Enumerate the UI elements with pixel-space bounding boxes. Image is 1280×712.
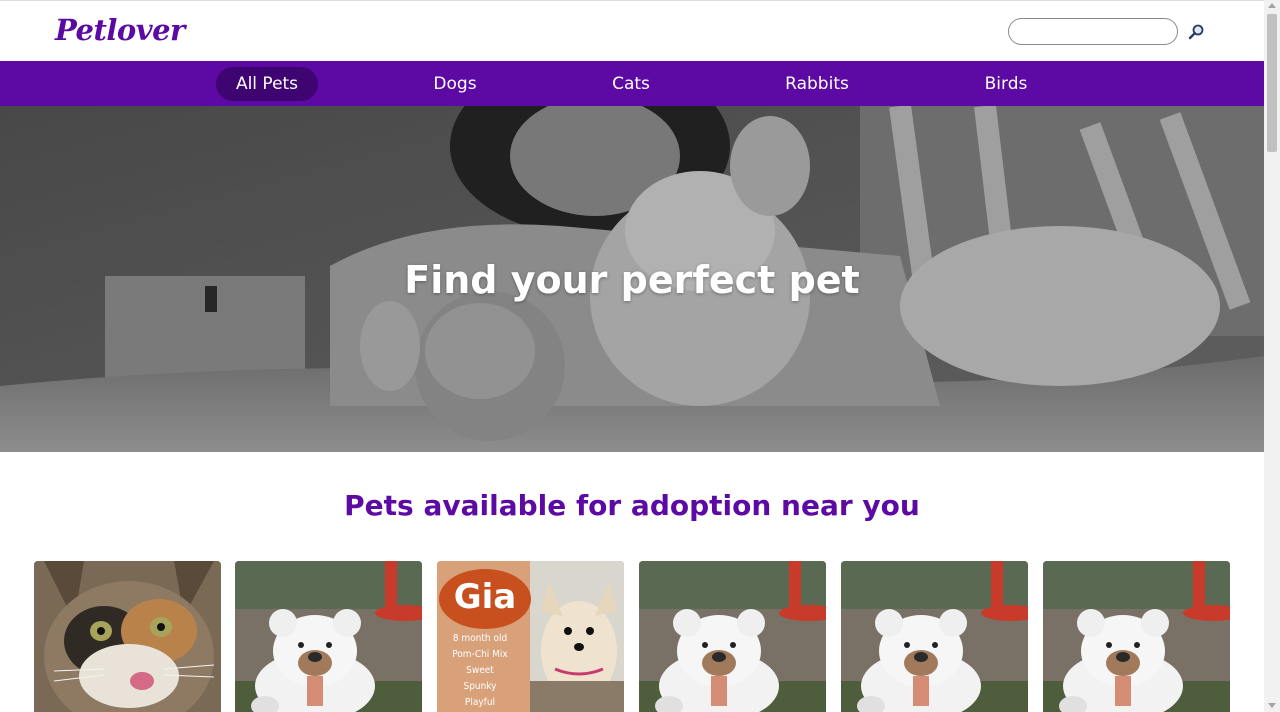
search-icon[interactable]: [1185, 21, 1207, 43]
calico-cat-photo: [34, 561, 221, 712]
pet-card[interactable]: [34, 561, 221, 712]
page: Petlover All Pets Dogs Cats Rabbits Bird…: [0, 0, 1264, 712]
nav-item-birds[interactable]: Birds: [966, 67, 1046, 101]
teddy-bear-photo: [639, 561, 826, 712]
scroll-down-arrow-icon[interactable]: [1268, 703, 1276, 708]
teddy-bear-photo: [235, 561, 422, 712]
pet-card[interactable]: [235, 561, 422, 712]
teddy-bear-photo: [841, 561, 1028, 712]
scroll-up-arrow-icon[interactable]: [1268, 3, 1276, 8]
section-title: Pets available for adoption near you: [344, 489, 920, 522]
poster-name: Gia: [453, 577, 517, 617]
poster-details: 8 month old Pom-Chi Mix Sweet Spunky Pla…: [452, 633, 508, 708]
search-input[interactable]: [1008, 18, 1178, 45]
vertical-scrollbar[interactable]: [1264, 0, 1280, 712]
nav-item-rabbits[interactable]: Rabbits: [770, 67, 864, 101]
nav-item-all-pets[interactable]: All Pets: [216, 67, 318, 101]
scroll-thumb[interactable]: [1267, 14, 1277, 152]
pet-card[interactable]: [1043, 561, 1230, 712]
pet-card[interactable]: Gia 8 month old Pom-Chi Mix Sweet Spunky…: [437, 561, 624, 712]
category-nav: All Pets Dogs Cats Rabbits Birds: [0, 61, 1264, 106]
pet-card[interactable]: [841, 561, 1028, 712]
teddy-bear-photo: [1043, 561, 1230, 712]
nav-item-dogs[interactable]: Dogs: [410, 67, 500, 101]
site-header: Petlover: [0, 0, 1264, 61]
hero-banner: Find your perfect pet: [0, 106, 1264, 452]
pet-card[interactable]: [639, 561, 826, 712]
site-logo[interactable]: Petlover: [55, 13, 185, 47]
nav-item-cats[interactable]: Cats: [590, 67, 672, 101]
hero-title: Find your perfect pet: [404, 258, 860, 302]
